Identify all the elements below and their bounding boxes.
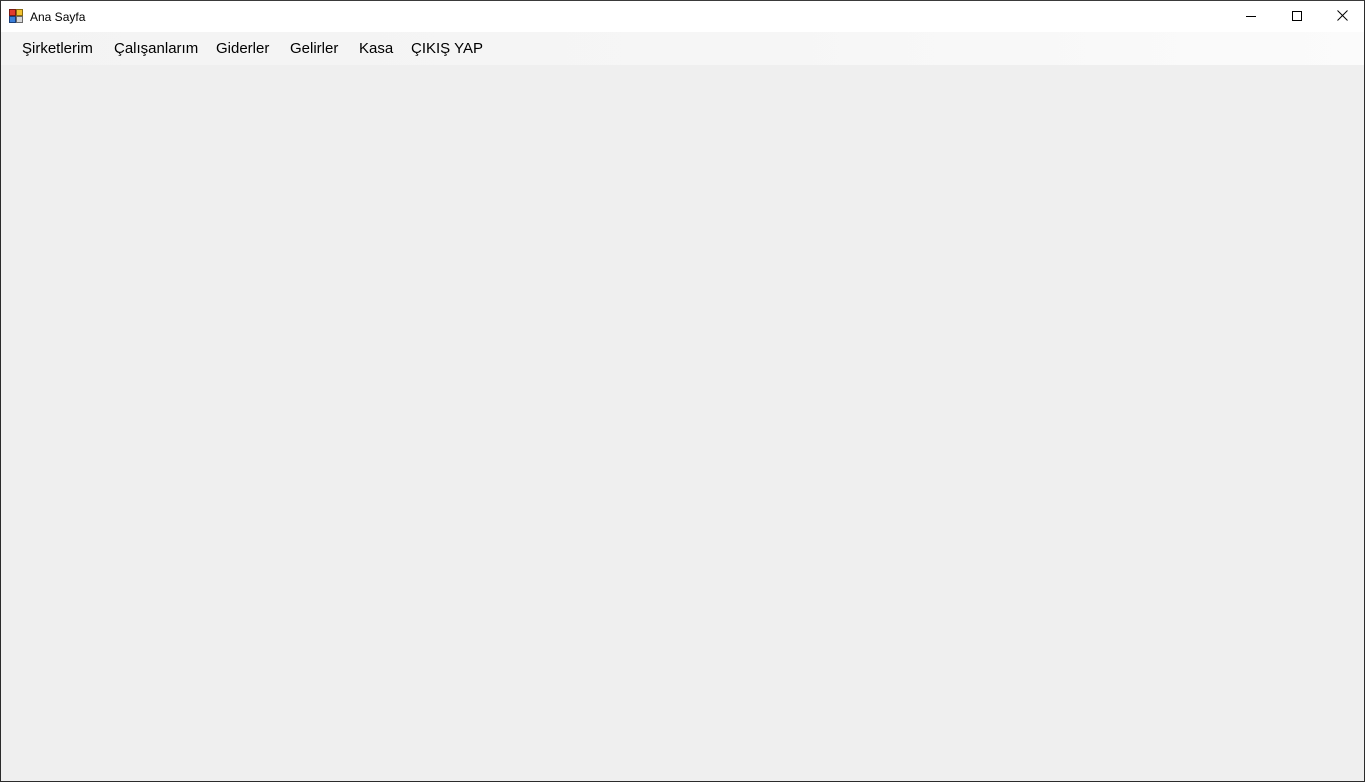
- app-window: Ana Sayfa Şirketlerim Çalışanlarım Gider…: [0, 0, 1365, 782]
- title-bar[interactable]: Ana Sayfa: [1, 1, 1364, 32]
- menu-item-giderler[interactable]: Giderler: [216, 32, 269, 65]
- menu-item-cikis-yap[interactable]: ÇIKIŞ YAP: [411, 32, 483, 65]
- close-button[interactable]: [1319, 1, 1365, 32]
- maximize-icon: [1292, 8, 1302, 26]
- app-icon: [9, 9, 23, 23]
- menu-item-sirketlerim[interactable]: Şirketlerim: [22, 32, 93, 65]
- minimize-icon: [1246, 8, 1256, 26]
- menu-item-calisanlarim[interactable]: Çalışanlarım: [114, 32, 198, 65]
- close-icon: [1336, 8, 1348, 26]
- menu-item-kasa[interactable]: Kasa: [359, 32, 393, 65]
- maximize-button[interactable]: [1274, 1, 1320, 32]
- mdi-client-area: [1, 65, 1364, 781]
- menu-bar: Şirketlerim Çalışanlarım Giderler Gelirl…: [1, 32, 1364, 65]
- window-title: Ana Sayfa: [30, 10, 86, 24]
- minimize-button[interactable]: [1228, 1, 1274, 32]
- menu-item-gelirler[interactable]: Gelirler: [290, 32, 338, 65]
